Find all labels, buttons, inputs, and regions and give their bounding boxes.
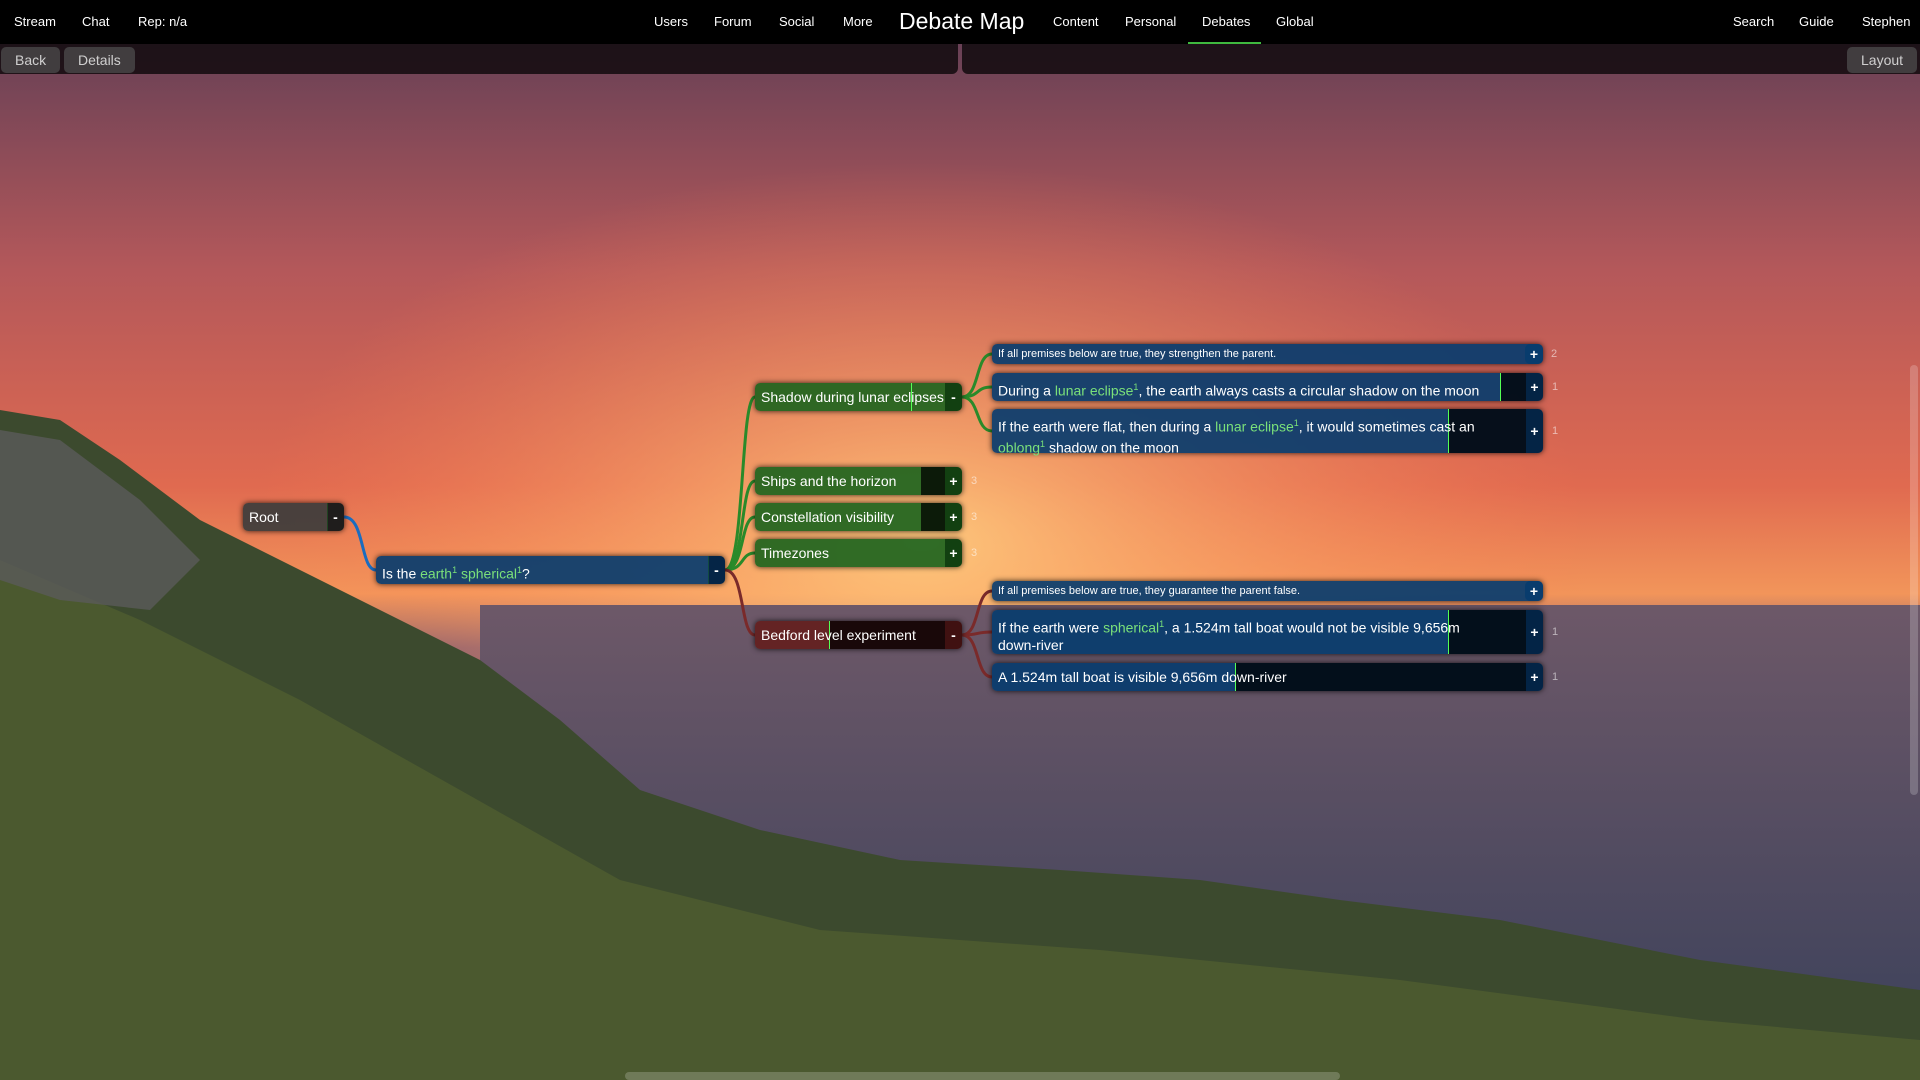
nav-personal[interactable]: Personal xyxy=(1125,0,1176,44)
expand-toggle[interactable]: + xyxy=(945,539,962,567)
expand-toggle[interactable]: + xyxy=(1526,663,1543,691)
back-button[interactable]: Back xyxy=(1,47,61,73)
expand-toggle[interactable]: + xyxy=(1526,409,1543,453)
nav-forum[interactable]: Forum xyxy=(714,0,752,44)
top-navbar: Stream Chat Rep: n/a Users Forum Social … xyxy=(0,0,1920,44)
term-link-spherical[interactable]: spherical xyxy=(1103,620,1159,636)
term-link-earth[interactable]: earth xyxy=(420,566,452,582)
term-link-oblong[interactable]: oblong xyxy=(998,439,1040,455)
premise-group-note-con: If all premises below are true, they gua… xyxy=(992,581,1543,601)
note-text: If all premises below are true, they gua… xyxy=(998,585,1301,597)
premise-label: A 1.524m tall boat is visible 9,656m dow… xyxy=(998,669,1287,685)
note-text: If all premises below are true, they str… xyxy=(998,348,1277,360)
expand-toggle[interactable]: + xyxy=(1525,344,1543,364)
layout-button[interactable]: Layout xyxy=(1847,47,1918,73)
node-premise-oblong-shadow[interactable]: If the earth were flat, then during a lu… xyxy=(992,409,1543,456)
argument-label: Bedford level experiment xyxy=(761,627,916,643)
nav-content[interactable]: Content xyxy=(1053,0,1099,44)
rating-fill xyxy=(1500,373,1526,401)
child-count: 1 xyxy=(1552,381,1559,393)
nav-user-menu[interactable]: Stephen xyxy=(1862,0,1910,44)
argument-label: Constellation visibility xyxy=(761,509,895,525)
nav-social[interactable]: Social xyxy=(779,0,814,44)
nav-users[interactable]: Users xyxy=(654,0,688,44)
child-count: 2 xyxy=(1551,348,1558,360)
node-argument-timezones[interactable]: Timezones + xyxy=(755,539,962,567)
node-root[interactable]: Root - xyxy=(243,503,344,531)
expand-toggle[interactable]: + xyxy=(945,503,962,531)
nav-debates[interactable]: Debates xyxy=(1202,0,1250,44)
rating-fill xyxy=(921,503,945,531)
nav-global[interactable]: Global xyxy=(1276,0,1314,44)
expand-toggle[interactable]: + xyxy=(945,467,962,495)
map-toolbar-right xyxy=(962,44,1920,74)
premise-group-note-pro: If all premises below are true, they str… xyxy=(992,344,1543,364)
argument-label: Shadow during lunar eclipses xyxy=(761,389,944,405)
child-count: 1 xyxy=(1552,425,1559,437)
premise-note-expand[interactable]: + xyxy=(1525,581,1543,601)
term-link-lunar-eclipse[interactable]: lunar eclipse xyxy=(1215,419,1294,435)
node-question-label: Is the earth1 spherical1? xyxy=(382,565,530,582)
collapse-toggle[interactable]: - xyxy=(327,503,344,531)
node-premise-circular-shadow[interactable]: During a lunar eclipse1, the earth alway… xyxy=(992,373,1543,401)
expand-toggle[interactable]: + xyxy=(1526,610,1543,654)
horizontal-scrollbar[interactable] xyxy=(625,1072,1340,1080)
node-root-label: Root xyxy=(249,509,279,525)
node-premise-boat-not-visible[interactable]: If the earth were spherical1, a 1.524m t… xyxy=(992,610,1543,654)
term-link-lunar-eclipse[interactable]: lunar eclipse xyxy=(1055,383,1134,399)
argument-label: Timezones xyxy=(761,545,829,561)
nav-search[interactable]: Search xyxy=(1733,0,1774,44)
nav-reputation[interactable]: Rep: n/a xyxy=(138,0,187,44)
node-premise-boat-visible[interactable]: A 1.524m tall boat is visible 9,656m dow… xyxy=(992,663,1543,691)
vertical-scrollbar[interactable] xyxy=(1910,365,1918,795)
details-button[interactable]: Details xyxy=(64,47,135,73)
collapse-toggle[interactable]: - xyxy=(708,556,725,584)
nav-stream[interactable]: Stream xyxy=(14,0,56,44)
nav-chat[interactable]: Chat xyxy=(82,0,109,44)
collapse-toggle[interactable]: - xyxy=(945,621,962,649)
collapse-toggle[interactable]: - xyxy=(945,383,962,411)
expand-toggle[interactable]: + xyxy=(1526,373,1543,401)
child-count: 1 xyxy=(1552,671,1559,683)
nav-guide[interactable]: Guide xyxy=(1799,0,1834,44)
premise-label: If the earth were flat, then during a lu… xyxy=(998,418,1475,456)
premise-label: If the earth were spherical1, a 1.524m t… xyxy=(998,619,1460,653)
rating-fill xyxy=(921,467,945,495)
node-argument-shadow[interactable]: Shadow during lunar eclipses - xyxy=(755,383,962,411)
node-argument-bedford[interactable]: Bedford level experiment - xyxy=(755,621,962,649)
child-count: 3 xyxy=(971,475,978,487)
node-argument-constellation[interactable]: Constellation visibility + xyxy=(755,503,962,531)
premise-label: During a lunar eclipse1, the earth alway… xyxy=(998,382,1480,399)
premise-note-expand[interactable]: + xyxy=(1525,344,1543,364)
nav-more[interactable]: More xyxy=(843,0,873,44)
child-count: 3 xyxy=(971,511,978,523)
expand-toggle[interactable]: + xyxy=(1525,581,1543,601)
node-question[interactable]: Is the earth1 spherical1? - xyxy=(376,556,725,584)
map-toolbar-left xyxy=(0,44,958,74)
node-argument-ships[interactable]: Ships and the horizon + xyxy=(755,467,962,495)
argument-label: Ships and the horizon xyxy=(761,473,897,489)
rating-bar xyxy=(911,383,912,411)
app-title[interactable]: Debate Map xyxy=(899,0,1024,44)
child-count: 3 xyxy=(971,547,978,559)
term-link-spherical[interactable]: spherical xyxy=(461,566,517,582)
child-count: 1 xyxy=(1552,626,1559,638)
